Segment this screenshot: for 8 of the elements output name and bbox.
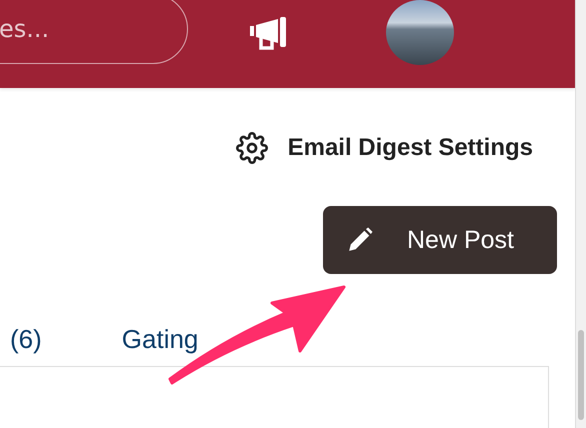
settings-icon [236,132,268,164]
tab[interactable]: (6) [10,324,42,362]
search-field[interactable]: es... [0,0,188,64]
new-post-button[interactable]: New Post [323,206,557,274]
email-digest-settings-link[interactable]: Email Digest Settings [236,132,533,164]
pencil-icon [347,227,373,253]
tab[interactable]: Gating [122,324,198,362]
scrollbar[interactable] [575,0,586,428]
